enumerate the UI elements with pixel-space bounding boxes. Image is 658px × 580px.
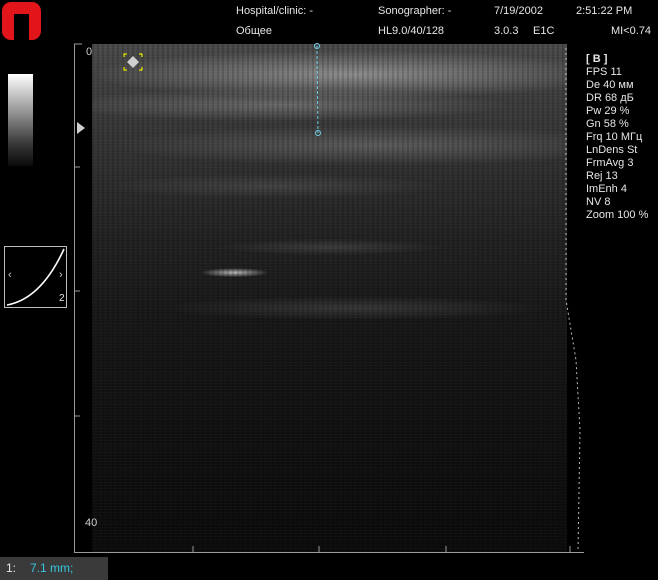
grayscale-bar bbox=[8, 74, 33, 166]
gain-curve-icon bbox=[6, 248, 65, 306]
param-zoom: Zoom 100 % bbox=[586, 209, 649, 221]
date-label: 7/19/2002 bbox=[494, 5, 543, 17]
parameters-panel: [ B ] FPS 11 De 40 мм DR 68 дБ Pw 29 % G… bbox=[586, 53, 648, 222]
param-dynamic-range: DR 68 дБ bbox=[586, 92, 634, 104]
probe-label: HL9.0/40/128 bbox=[378, 25, 445, 37]
param-frequency: Frq 10 МГц bbox=[586, 131, 643, 143]
hospital-label: Hospital/clinic: - bbox=[236, 5, 314, 17]
param-image-enhance: ImEnh 4 bbox=[586, 183, 627, 195]
mode-code-label: E1C bbox=[533, 25, 555, 37]
param-nv: NV 8 bbox=[586, 196, 611, 208]
gain-right-arrow[interactable]: › bbox=[59, 269, 63, 281]
orientation-marker-icon[interactable] bbox=[123, 53, 143, 71]
param-mode: [ B ] bbox=[586, 53, 608, 65]
measurement-index: 1: bbox=[6, 561, 17, 575]
sonographer-label: Sonographer: - bbox=[378, 5, 452, 17]
param-line-density: LnDens St bbox=[586, 144, 638, 156]
gain-curve-box[interactable]: ‹ › 2 bbox=[4, 246, 67, 308]
gain-curve-number: 2 bbox=[59, 293, 65, 304]
param-gain: Gn 58 % bbox=[586, 118, 629, 130]
depth-scale-top: 0 bbox=[86, 46, 93, 58]
mi-label: MI<0.74 bbox=[611, 25, 652, 37]
param-depth: De 40 мм bbox=[586, 79, 634, 91]
gain-left-arrow[interactable]: ‹ bbox=[8, 269, 12, 281]
param-fps: FPS 11 bbox=[586, 66, 622, 78]
param-rejection: Rej 13 bbox=[586, 170, 618, 182]
version-label: 3.0.3 bbox=[494, 25, 519, 37]
measurement-value: 7.1 mm; bbox=[30, 561, 74, 575]
measurement-result: 1: 7.1 mm; bbox=[0, 557, 108, 580]
depth-scale-bottom: 40 bbox=[85, 517, 98, 529]
focus-marker-icon[interactable] bbox=[77, 122, 85, 134]
preset-label: Общее bbox=[236, 25, 273, 37]
param-power: Pw 29 % bbox=[586, 105, 630, 117]
brand-logo-icon bbox=[0, 0, 44, 42]
param-frame-average: FrmAvg 3 bbox=[586, 157, 634, 169]
ultrasound-image[interactable] bbox=[92, 44, 567, 552]
time-label: 2:51:22 PM bbox=[576, 5, 633, 17]
